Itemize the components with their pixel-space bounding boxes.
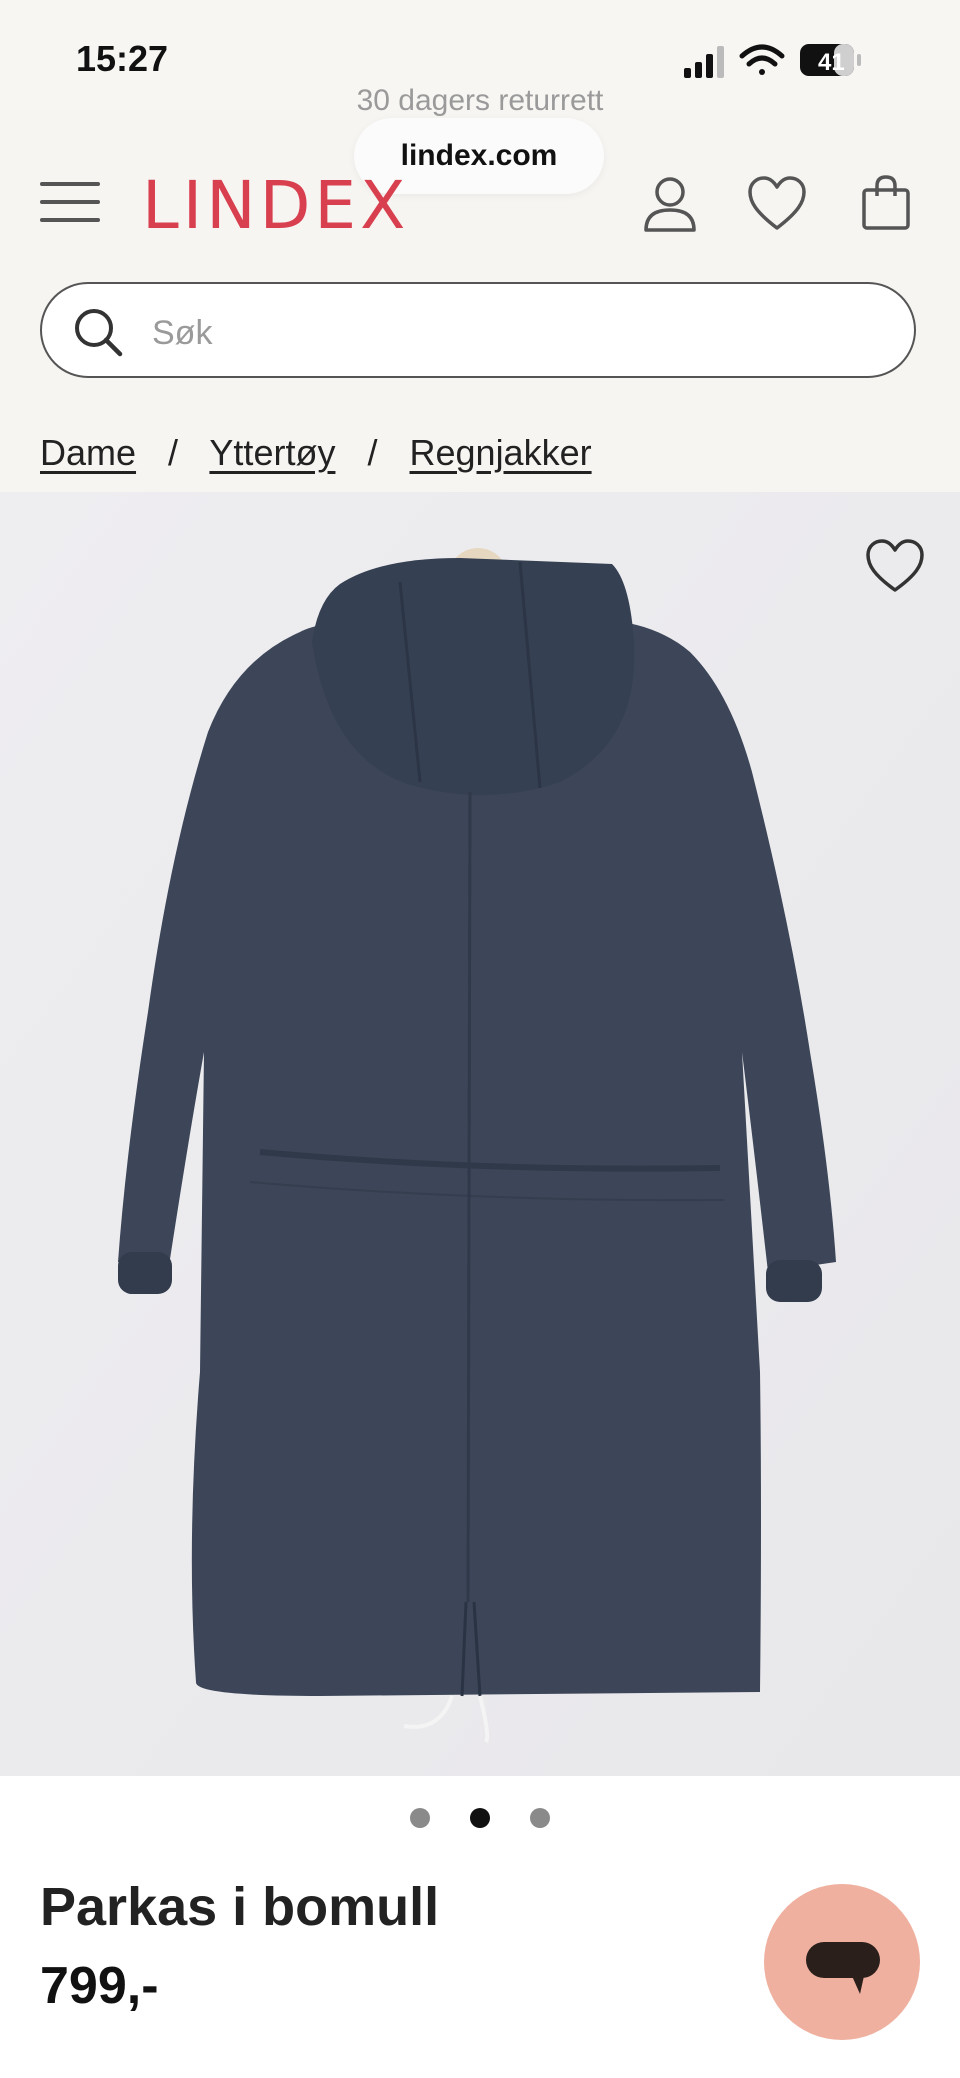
product-image[interactable] [0,492,960,1776]
search-bar[interactable] [40,282,916,378]
breadcrumb-regnjakker[interactable]: Regnjakker [410,432,592,473]
parka-photo [0,492,960,1776]
heart-icon[interactable] [746,174,808,234]
search-input[interactable] [150,306,854,360]
wifi-icon [739,44,785,75]
battery-icon: 41 [800,44,861,76]
carousel-dot[interactable] [530,1808,550,1828]
breadcrumb-separator: / [168,432,179,473]
hamburger-icon[interactable] [40,178,102,226]
chat-bubble-icon [806,1942,880,1994]
lindex-logo[interactable]: LINDEX [142,166,412,240]
chat-button[interactable] [764,1884,920,2040]
product-info: Parkas i bomull 799,- [0,1856,960,2078]
product-price: 799,- [40,1957,159,2015]
cellular-signal-icon [684,46,724,78]
breadcrumb-yttertoy[interactable]: Yttertøy [209,432,335,473]
carousel-dot-active[interactable] [470,1808,490,1828]
wishlist-heart-icon[interactable] [864,538,926,594]
status-time: 15:27 [76,38,169,79]
status-icons: 41 [684,44,861,78]
breadcrumb: Dame / Yttertøy / Regnjakker [40,432,592,474]
brand-wordmark: LINDEX [142,167,409,240]
breadcrumb-separator: / [367,432,378,473]
search-icon[interactable] [72,306,124,358]
carousel-dot[interactable] [410,1808,430,1828]
user-icon[interactable] [640,174,700,234]
battery-level: 41 [818,49,845,76]
promo-banner[interactable]: 30 dagers returrett [0,84,960,118]
product-title: Parkas i bomull [40,1877,440,1937]
breadcrumb-dame[interactable]: Dame [40,432,136,473]
carousel-indicators [0,1776,960,1856]
bag-icon[interactable] [856,172,916,232]
